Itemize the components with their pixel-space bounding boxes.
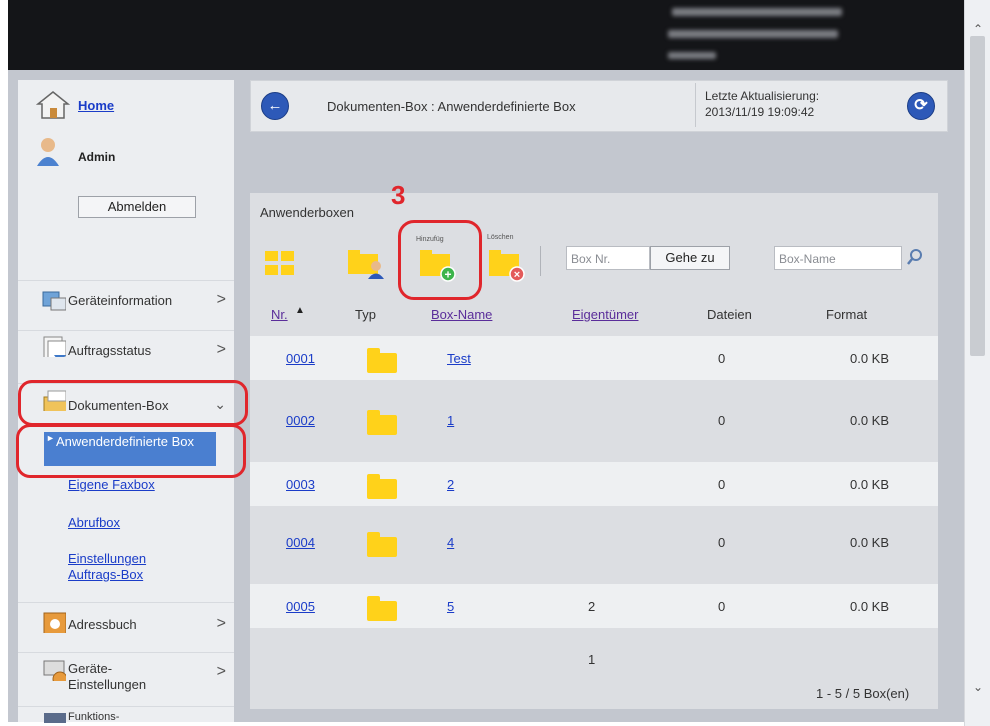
nav-adressbuch[interactable]: Adressbuch > bbox=[18, 602, 234, 645]
sub-item-einstellungen-auftrags-box[interactable]: Einstellungen Auftrags-Box bbox=[68, 551, 188, 583]
address-book-icon bbox=[43, 612, 66, 633]
search-icon[interactable] bbox=[906, 248, 924, 266]
column-header-typ: Typ bbox=[355, 307, 376, 322]
callout-ring-3 bbox=[398, 220, 482, 300]
nav-label-line2: Einstellungen bbox=[68, 677, 147, 692]
cell-files: 0 bbox=[718, 535, 726, 550]
nav-label: Funktions- bbox=[68, 711, 120, 723]
function-icon bbox=[44, 713, 66, 723]
blurred-header-text bbox=[668, 30, 838, 38]
vertical-scrollbar[interactable]: ⌃ ⌄ bbox=[964, 0, 990, 726]
cell-format: 0.0 KB bbox=[850, 351, 890, 366]
blurred-header-text bbox=[672, 8, 842, 16]
nav-label: Geräteinformation bbox=[68, 293, 173, 308]
folder-icon bbox=[367, 532, 397, 557]
owner-filter-icon[interactable] bbox=[346, 248, 386, 280]
chevron-right-icon: > bbox=[216, 615, 226, 632]
column-header-format: Format bbox=[826, 307, 868, 322]
scroll-up-icon[interactable]: ⌃ bbox=[965, 22, 990, 36]
folder-icon bbox=[367, 348, 397, 373]
cell-files: 0 bbox=[718, 413, 726, 428]
table-row[interactable]: 0004 4 0 0.0 KB bbox=[250, 520, 938, 564]
home-link[interactable]: Home bbox=[78, 98, 114, 113]
cell-box-name[interactable]: Test bbox=[447, 351, 471, 366]
nav-label-line1: Geräte- bbox=[68, 661, 113, 676]
toolbar-divider bbox=[540, 246, 541, 276]
header-bar: ← Dokumenten-Box : Anwenderdefinierte Bo… bbox=[250, 80, 948, 132]
cell-box-name[interactable]: 4 bbox=[447, 535, 454, 550]
cell-box-name[interactable]: 5 bbox=[447, 599, 454, 614]
box-number-input[interactable]: Box Nr. bbox=[566, 246, 650, 270]
view-toggle-icon[interactable] bbox=[264, 248, 296, 278]
cell-files: 0 bbox=[718, 599, 726, 614]
divider bbox=[695, 83, 696, 127]
chevron-right-icon: > bbox=[216, 291, 226, 308]
nav-geraete-einstellungen[interactable]: Geräte- Einstellungen > bbox=[18, 652, 234, 695]
device-info-icon bbox=[42, 291, 66, 311]
last-update-label: Letzte Aktualisierung: bbox=[705, 89, 820, 103]
table-row[interactable]: 0001 Test 0 0.0 KB bbox=[250, 336, 938, 380]
scroll-thumb[interactable] bbox=[970, 36, 985, 356]
pagination-current[interactable]: 1 bbox=[588, 652, 595, 667]
user-icon bbox=[37, 138, 59, 166]
callout-ring-2 bbox=[16, 424, 246, 478]
cell-format: 0.0 KB bbox=[850, 599, 890, 614]
cell-format: 0.0 KB bbox=[850, 477, 890, 492]
cell-box-name[interactable]: 1 bbox=[447, 413, 454, 428]
sub-item-abrufbox[interactable]: Abrufbox bbox=[68, 515, 120, 531]
user-name: Admin bbox=[78, 150, 116, 164]
back-button[interactable]: ← bbox=[261, 92, 289, 120]
svg-text:×: × bbox=[514, 269, 520, 281]
nav-label: Auftragsstatus bbox=[68, 343, 152, 358]
refresh-button[interactable]: ⟳ bbox=[907, 92, 935, 120]
column-header-files: Dateien bbox=[707, 307, 752, 322]
delete-label: Löschen bbox=[487, 234, 514, 241]
sub-item-eigene-faxbox[interactable]: Eigene Faxbox bbox=[68, 477, 155, 493]
cell-nr[interactable]: 0001 bbox=[286, 351, 315, 366]
goto-button[interactable]: Gehe zu bbox=[650, 246, 730, 270]
table-row[interactable]: 0003 2 0 0.0 KB bbox=[250, 462, 938, 506]
chevron-right-icon: > bbox=[216, 341, 226, 358]
home-icon[interactable] bbox=[36, 90, 70, 120]
cell-nr[interactable]: 0002 bbox=[286, 413, 315, 428]
cell-nr[interactable]: 0003 bbox=[286, 477, 315, 492]
cell-format: 0.0 KB bbox=[850, 413, 890, 428]
cell-owner: 2 bbox=[588, 599, 596, 614]
table-row[interactable]: 0002 1 0 0.0 KB bbox=[250, 398, 938, 442]
cell-box-name[interactable]: 2 bbox=[447, 477, 454, 492]
cell-nr[interactable]: 0005 bbox=[286, 599, 315, 614]
folder-icon bbox=[367, 474, 397, 499]
nav-label: Adressbuch bbox=[68, 617, 137, 632]
cell-nr[interactable]: 0004 bbox=[286, 535, 315, 550]
job-status-icon bbox=[43, 336, 66, 357]
table-row[interactable]: 0005 5 2 0 0.0 KB bbox=[250, 584, 938, 628]
callout-ring-1 bbox=[18, 380, 248, 426]
chevron-right-icon: > bbox=[216, 663, 226, 680]
cell-format: 0.0 KB bbox=[850, 535, 890, 550]
nav-funktions[interactable]: Funktions- bbox=[18, 706, 234, 723]
breadcrumb: Dokumenten-Box : Anwenderdefinierte Box bbox=[327, 99, 576, 114]
scroll-down-icon[interactable]: ⌄ bbox=[965, 680, 990, 694]
column-header-owner[interactable]: Eigentümer bbox=[572, 307, 638, 322]
box-name-search-input[interactable]: Box-Name bbox=[774, 246, 902, 270]
cell-files: 0 bbox=[718, 351, 726, 366]
column-header-nr[interactable]: Nr. bbox=[271, 307, 288, 322]
folder-icon bbox=[367, 596, 397, 621]
result-count: 1 - 5 / 5 Box(en) bbox=[816, 686, 910, 701]
last-update-time: 2013/11/19 19:09:42 bbox=[705, 105, 815, 119]
cell-files: 0 bbox=[718, 477, 726, 492]
panel-title: Anwenderboxen bbox=[260, 205, 354, 220]
folder-icon bbox=[367, 410, 397, 435]
sort-ascending-icon[interactable]: ▲ bbox=[295, 305, 305, 316]
nav-geraeteinformation[interactable]: Geräteinformation > bbox=[18, 280, 234, 323]
blurred-header-text bbox=[668, 52, 716, 59]
device-settings-icon bbox=[43, 660, 66, 681]
delete-box-icon[interactable]: × bbox=[487, 248, 527, 284]
callout-number-3: 3 bbox=[391, 180, 406, 210]
logout-button[interactable]: Abmelden bbox=[78, 196, 196, 218]
top-banner bbox=[8, 0, 964, 70]
column-header-box-name[interactable]: Box-Name bbox=[431, 307, 492, 322]
nav-auftragsstatus[interactable]: Auftragsstatus > bbox=[18, 330, 234, 373]
